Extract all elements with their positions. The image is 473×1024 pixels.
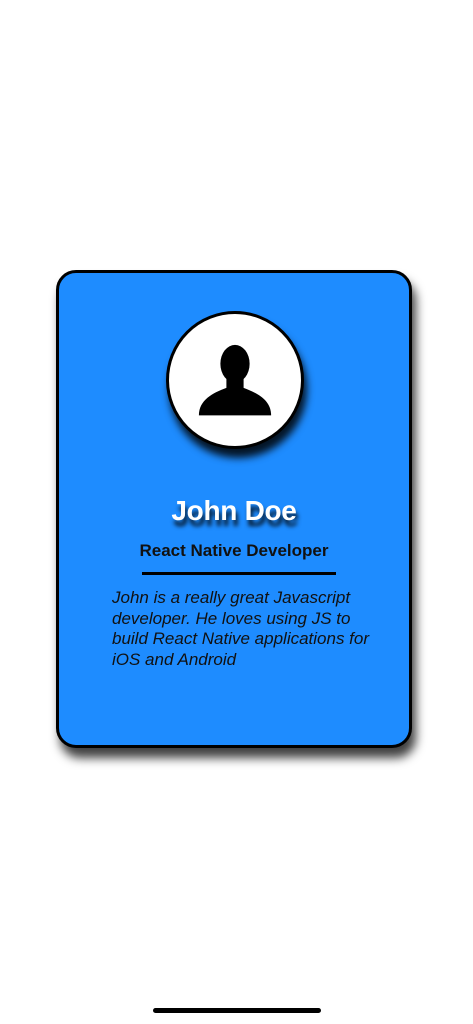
avatar — [166, 311, 304, 449]
screen: John Doe React Native Developer John is … — [0, 0, 473, 1024]
profile-card: John Doe React Native Developer John is … — [56, 270, 412, 748]
divider — [142, 572, 336, 575]
profile-title: React Native Developer — [139, 541, 329, 560]
person-silhouette-icon — [198, 344, 272, 416]
profile-name: John Doe — [171, 495, 297, 526]
profile-bio: John is a really great Javascript develo… — [112, 588, 370, 669]
home-indicator[interactable] — [153, 1008, 321, 1013]
